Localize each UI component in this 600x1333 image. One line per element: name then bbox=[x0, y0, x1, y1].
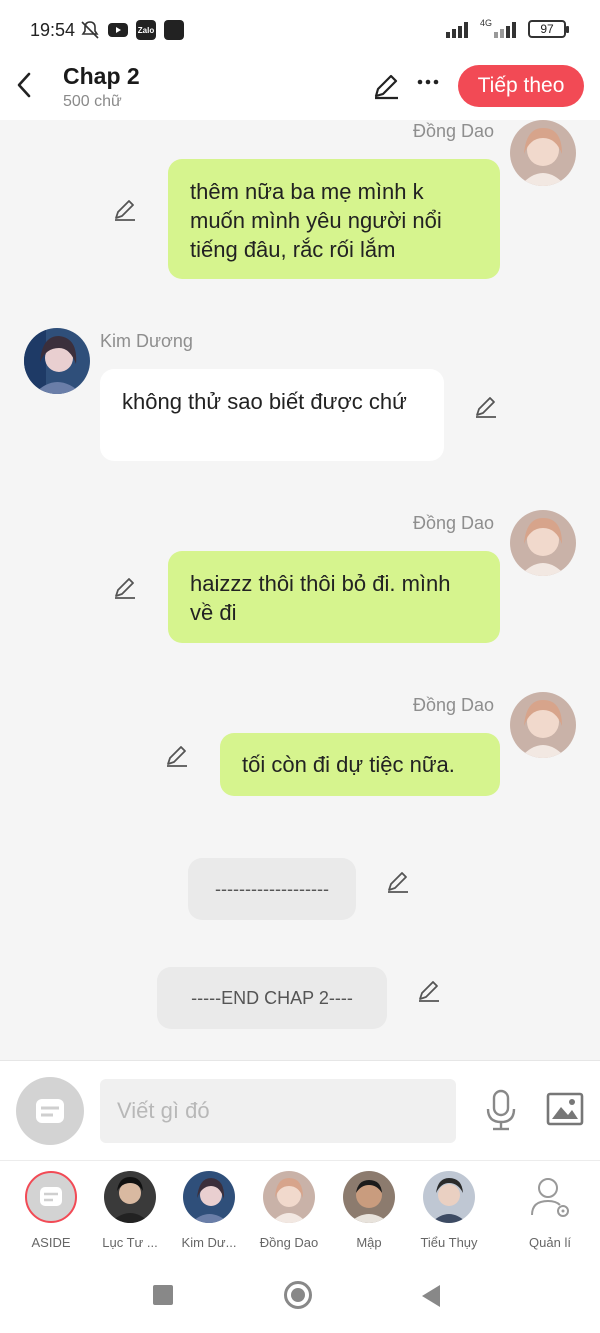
image-button[interactable] bbox=[546, 1091, 584, 1127]
signal-icon bbox=[445, 22, 468, 38]
home-button[interactable] bbox=[284, 1281, 312, 1309]
aside-icon bbox=[36, 1099, 64, 1123]
back-nav-button[interactable] bbox=[422, 1285, 440, 1307]
sender-name: Đồng Dao bbox=[413, 121, 495, 141]
aside-toggle-button[interactable] bbox=[16, 1077, 84, 1145]
character-label: Lục Tư ... bbox=[102, 1235, 158, 1250]
message-bubble[interactable]: không thử sao biết được chứ bbox=[100, 369, 444, 461]
youtube-icon bbox=[108, 20, 128, 40]
edit-message-button[interactable] bbox=[165, 744, 191, 770]
edit-message-button[interactable] bbox=[113, 576, 139, 602]
character-label: Tiểu Thụy bbox=[420, 1235, 478, 1250]
signal-icon-2 bbox=[494, 22, 516, 38]
word-count: 500 chữ bbox=[63, 93, 122, 110]
voice-button[interactable] bbox=[484, 1089, 518, 1131]
manage-avatar bbox=[524, 1171, 576, 1223]
battery-indicator: 97 bbox=[528, 20, 569, 38]
avatar bbox=[183, 1171, 235, 1223]
character-label: Đồng Dao bbox=[259, 1235, 319, 1250]
status-time: 19:54 bbox=[30, 20, 76, 40]
more-icon bbox=[417, 79, 439, 85]
recents-button[interactable] bbox=[153, 1285, 173, 1305]
image-icon bbox=[546, 1092, 584, 1126]
sender-name: Đồng Dao bbox=[413, 695, 495, 715]
end-chapter-bubble[interactable]: -----END CHAP 2---- bbox=[157, 967, 387, 1029]
chevron-left-icon bbox=[17, 72, 31, 98]
status-right-icons: 4G 97 bbox=[445, 18, 569, 38]
microphone-icon bbox=[486, 1089, 516, 1131]
character-tieu-thuy[interactable]: Tiểu Thụy bbox=[410, 1171, 488, 1250]
edit-chapter-button[interactable] bbox=[372, 72, 400, 100]
avatar-dong-dao[interactable] bbox=[510, 120, 576, 186]
status-bar: 19:54 Zalo 4G 97 bbox=[0, 0, 600, 62]
edit-message-button[interactable] bbox=[417, 979, 443, 1005]
user-settings-icon bbox=[531, 1178, 569, 1217]
message-bubble[interactable]: thêm nữa ba mẹ mình k muốn mình yêu ngườ… bbox=[168, 159, 500, 279]
sender-name: Đồng Dao bbox=[413, 513, 495, 533]
chat-area[interactable]: Đồng Dao thêm nữa ba mẹ mình k muốn mình… bbox=[0, 120, 600, 1060]
bell-off-icon bbox=[80, 20, 100, 40]
character-manager[interactable]: Quản lí bbox=[511, 1171, 589, 1250]
system-nav-bar bbox=[0, 1260, 600, 1333]
pencil-icon bbox=[167, 746, 187, 767]
back-button[interactable] bbox=[12, 70, 38, 100]
pencil-icon bbox=[388, 872, 408, 893]
zalo-icon: Zalo bbox=[136, 20, 156, 40]
message-composer: Viết gì đó bbox=[0, 1060, 600, 1160]
aside-avatar bbox=[25, 1171, 77, 1223]
character-label: ASIDE bbox=[31, 1235, 71, 1250]
character-dong-dao[interactable]: Đồng Dao bbox=[250, 1171, 328, 1250]
character-label: Quản lí bbox=[529, 1235, 571, 1250]
aside-icon bbox=[40, 1187, 62, 1206]
edit-message-button[interactable] bbox=[386, 870, 412, 896]
pencil-icon bbox=[419, 981, 439, 1002]
edit-message-button[interactable] bbox=[113, 198, 139, 224]
sender-name: Kim Dương bbox=[100, 331, 193, 351]
avatar-kim-duong[interactable] bbox=[24, 328, 90, 394]
pencil-icon bbox=[374, 74, 398, 100]
message-bubble[interactable]: haizzz thôi thôi bỏ đi. mình về đi bbox=[168, 551, 500, 643]
chapter-header: Chap 2 500 chữ Tiếp theo bbox=[0, 62, 600, 120]
character-kim-duong[interactable]: Kim Dư... bbox=[170, 1171, 248, 1250]
avatar-dong-dao[interactable] bbox=[510, 510, 576, 576]
page-title: Chap 2 bbox=[63, 63, 140, 89]
more-options-button[interactable] bbox=[414, 74, 442, 94]
divider-bubble[interactable]: ------------------- bbox=[188, 858, 356, 920]
pencil-icon bbox=[115, 578, 135, 599]
edit-message-button[interactable] bbox=[474, 395, 500, 421]
avatar bbox=[104, 1171, 156, 1223]
character-label: Kim Dư... bbox=[181, 1235, 237, 1250]
character-luc-tu[interactable]: Lục Tư ... bbox=[91, 1171, 169, 1250]
character-label: Mập bbox=[356, 1235, 382, 1250]
status-left-icons: Zalo bbox=[80, 20, 184, 40]
avatar bbox=[263, 1171, 315, 1223]
pencil-icon bbox=[115, 200, 135, 221]
avatar-dong-dao[interactable] bbox=[510, 692, 576, 758]
avatar bbox=[343, 1171, 395, 1223]
character-aside[interactable]: ASIDE bbox=[12, 1171, 90, 1250]
avatar bbox=[423, 1171, 475, 1223]
app-icon bbox=[164, 20, 184, 40]
message-input[interactable]: Viết gì đó bbox=[100, 1079, 456, 1143]
next-chapter-button[interactable]: Tiếp theo bbox=[458, 65, 584, 107]
pencil-icon bbox=[476, 397, 496, 418]
message-bubble[interactable]: tối còn đi dự tiệc nữa. bbox=[220, 733, 500, 796]
character-bar: ASIDE Lục Tư ... Kim Dư... Đồng Dao Mập … bbox=[0, 1160, 600, 1260]
network-type: 4G bbox=[479, 18, 492, 28]
character-map[interactable]: Mập bbox=[330, 1171, 408, 1250]
